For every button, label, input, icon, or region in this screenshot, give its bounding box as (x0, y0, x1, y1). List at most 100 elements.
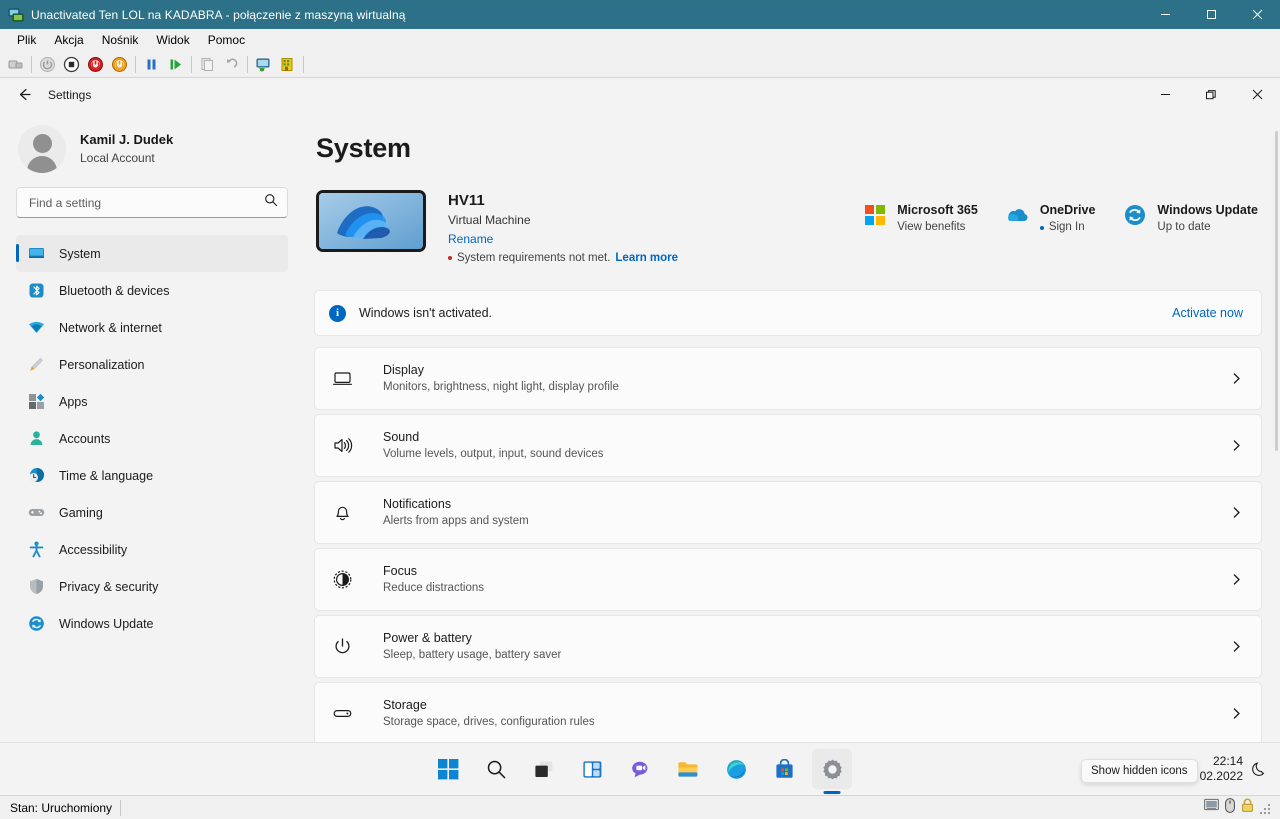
nav-list: System Bluetooth & devices Network & int… (0, 235, 288, 642)
settings-row-display[interactable]: Display Monitors, brightness, night ligh… (314, 347, 1262, 411)
vmm-maximize-button[interactable] (1188, 0, 1234, 29)
sidebar-item-label: Apps (59, 394, 88, 409)
shield-icon (27, 578, 45, 596)
settings-row-notifications[interactable]: Notifications Alerts from apps and syste… (314, 481, 1262, 545)
settings-row-subtitle: Sleep, battery usage, battery saver (383, 648, 562, 661)
service-subtitle: Sign In (1039, 219, 1096, 236)
sidebar-item-system[interactable]: System (16, 235, 288, 272)
store-button[interactable] (764, 749, 804, 789)
vmm-minimize-button[interactable] (1142, 0, 1188, 29)
update-icon (1123, 203, 1146, 226)
edge-button[interactable] (716, 749, 756, 789)
vmm-titlebar: Unactivated Ten LOL na KADABRA - połącze… (0, 0, 1280, 29)
settings-row-subtitle: Reduce distractions (383, 581, 484, 594)
sidebar-item-privacy-security[interactable]: Privacy & security (16, 568, 288, 605)
checkpoint-button[interactable] (196, 53, 219, 75)
sidebar-item-accounts[interactable]: Accounts (16, 420, 288, 457)
menu-widok[interactable]: Widok (147, 31, 198, 49)
settings-row-sound[interactable]: Sound Volume levels, output, input, soun… (314, 414, 1262, 478)
settings-row-focus[interactable]: Focus Reduce distractions (314, 548, 1262, 612)
search-input[interactable] (29, 195, 264, 210)
settings-app-window: Settings Kamil J. Dudek Local Account Fi… (0, 78, 1280, 742)
settings-row-power-battery[interactable]: Power & battery Sleep, battery usage, ba… (314, 615, 1262, 679)
onedrive-icon (1006, 203, 1029, 226)
sidebar-item-gaming[interactable]: Gaming (16, 494, 288, 531)
clock-date: 02.2022 (1199, 768, 1243, 783)
ctrl-alt-del-button[interactable] (4, 53, 27, 75)
sidebar-item-windows-update[interactable]: Windows Update (16, 605, 288, 642)
chat-button[interactable] (620, 749, 660, 789)
content-scrollbar[interactable] (1275, 131, 1278, 736)
enhanced-session-button[interactable] (252, 53, 275, 75)
service-onedrive[interactable]: OneDrive Sign In (1006, 201, 1124, 236)
search-wrap (0, 187, 288, 218)
sidebar-item-network-internet[interactable]: Network & internet (16, 309, 288, 346)
vmm-statusbar: Stan: Uruchomiony (0, 795, 1280, 819)
service-title: OneDrive (1039, 203, 1096, 217)
task-view-button[interactable] (524, 749, 564, 789)
activate-now-link[interactable]: Activate now (1172, 306, 1243, 320)
shut-down-button[interactable] (84, 53, 107, 75)
settings-close-button[interactable] (1234, 78, 1280, 111)
service-subtitle-text: View benefits (897, 221, 966, 234)
file-explorer-button[interactable] (668, 749, 708, 789)
page-title: System (316, 133, 411, 163)
learn-more-link[interactable]: Learn more (615, 252, 678, 264)
vmm-toolbar (0, 51, 1280, 77)
menu-akcja[interactable]: Akcja (45, 31, 92, 49)
vmm-close-button[interactable] (1234, 0, 1280, 29)
settings-row-subtitle: Monitors, brightness, night light, displ… (383, 380, 619, 393)
resize-grip[interactable] (1260, 802, 1272, 814)
search-button[interactable] (476, 749, 516, 789)
reset-button[interactable] (108, 53, 131, 75)
start-button[interactable] (36, 53, 59, 75)
toolbar-separator (191, 55, 192, 73)
settings-restore-button[interactable] (1188, 78, 1234, 111)
sidebar-item-bluetooth-devices[interactable]: Bluetooth & devices (16, 272, 288, 309)
back-button[interactable] (10, 81, 38, 109)
widgets-button[interactable] (572, 749, 612, 789)
resume-button[interactable] (164, 53, 187, 75)
menu-pomoc[interactable]: Pomoc (199, 31, 254, 49)
service-microsoft-365[interactable]: Microsoft 365 View benefits (863, 201, 1006, 236)
menu-nosnik[interactable]: Nośnik (93, 31, 148, 49)
scrollbar-thumb[interactable] (1275, 131, 1278, 451)
status-separator (120, 799, 122, 816)
settings-button[interactable] (276, 53, 299, 75)
sidebar-item-label: Gaming (59, 505, 103, 520)
pause-button[interactable] (140, 53, 163, 75)
settings-row-title: Focus (383, 563, 418, 578)
speaker-icon (329, 435, 355, 456)
start-button[interactable] (428, 749, 468, 789)
account-block[interactable]: Kamil J. Dudek Local Account (0, 111, 288, 187)
storage-icon (329, 703, 355, 724)
service-title: Microsoft 365 (897, 203, 978, 217)
update-icon (27, 615, 45, 633)
revert-button[interactable] (220, 53, 243, 75)
sidebar-item-accessibility[interactable]: Accessibility (16, 531, 288, 568)
activation-banner[interactable]: i Windows isn't activated. Activate now (314, 290, 1262, 337)
settings-taskbar-button[interactable] (812, 749, 852, 789)
rename-link[interactable]: Rename (448, 230, 678, 249)
sidebar-item-label: Time & language (59, 468, 154, 483)
search-icon[interactable] (264, 193, 278, 212)
menu-plik[interactable]: Plik (8, 31, 45, 49)
settings-row-storage[interactable]: Storage Storage space, drives, configura… (314, 682, 1262, 742)
notification-moon-icon[interactable] (1251, 761, 1272, 776)
device-info: HV11 Virtual Machine Rename System requi… (448, 190, 678, 264)
vmm-title-text: Unactivated Ten LOL na KADABRA - połącze… (31, 7, 406, 22)
settings-body: Kamil J. Dudek Local Account Find a sett… (0, 111, 1280, 742)
settings-minimize-button[interactable] (1142, 78, 1188, 111)
activation-banner-text: Windows isn't activated. (359, 306, 492, 321)
service-windows-update[interactable]: Windows Update Up to date (1123, 201, 1258, 236)
sidebar-item-personalization[interactable]: Personalization (16, 346, 288, 383)
search-box[interactable] (16, 187, 288, 218)
sidebar-item-apps[interactable]: Apps (16, 383, 288, 420)
device-name: HV11 (448, 192, 485, 209)
vm-screen-viewport[interactable]: Settings Kamil J. Dudek Local Account Fi… (0, 77, 1280, 795)
sidebar-item-time-language[interactable]: Time & language (16, 457, 288, 494)
turn-off-button[interactable] (60, 53, 83, 75)
settings-row-subtitle: Alerts from apps and system (383, 514, 529, 527)
taskbar: 22:14 02.2022 Show hidden icons (0, 742, 1280, 795)
system-requirements-warning: System requirements not met. Learn more (448, 252, 678, 264)
